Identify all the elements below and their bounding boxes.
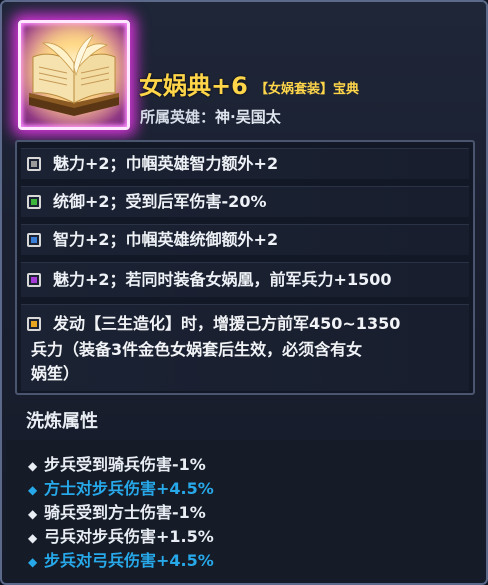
refine-line: ◆ 步兵对弓兵伤害+4.5% bbox=[28, 550, 214, 573]
refine-line: ◆ 方士对步兵伤害+4.5% bbox=[28, 478, 214, 501]
item-name: 女娲典+6 bbox=[139, 72, 248, 100]
refine-line-text: 方士对步兵伤害+4.5% bbox=[44, 479, 214, 498]
refine-line-text: 步兵受到骑兵伤害-1% bbox=[44, 455, 206, 474]
attribute-text-line: 娲笙） bbox=[31, 364, 80, 383]
refine-line: ◆ 骑兵受到方士伤害-1% bbox=[28, 502, 206, 525]
refine-line-text: 骑兵受到方士伤害-1% bbox=[44, 503, 206, 522]
refine-line-text: 弓兵对步兵伤害+1.5% bbox=[44, 527, 214, 546]
attribute-text: 魅力+2；若同时装备女娲凰，前军兵力+1500 bbox=[53, 270, 392, 289]
hero-name: 神·吴国太 bbox=[215, 108, 281, 126]
diamond-bullet-icon: ◆ bbox=[28, 483, 38, 497]
attribute-color-dot bbox=[31, 237, 37, 243]
attribute-purple-square-icon bbox=[27, 273, 41, 287]
attribute-color-dot bbox=[31, 161, 37, 167]
attribute-box: 魅力+2；巾帼英雄智力额外+2 统御+2；受到后军伤害-20% 智力+2；巾帼英… bbox=[15, 140, 475, 395]
attribute-row: 统御+2；受到后军伤害-20% bbox=[21, 186, 469, 217]
attribute-blue-square-icon bbox=[27, 233, 41, 247]
attribute-row: 智力+2；巾帼英雄统御额外+2 bbox=[21, 224, 469, 255]
attribute-color-dot bbox=[31, 199, 37, 205]
open-book-icon bbox=[21, 23, 127, 127]
attribute-green-square-icon bbox=[27, 195, 41, 209]
refine-line: ◆ 弓兵对步兵伤害+1.5% bbox=[28, 526, 214, 549]
attribute-text: 统御+2；受到后军伤害-20% bbox=[53, 192, 267, 211]
attribute-row: 魅力+2；巾帼英雄智力额外+2 bbox=[21, 148, 469, 179]
diamond-bullet-icon: ◆ bbox=[28, 555, 38, 569]
attribute-text: 魅力+2；巾帼英雄智力额外+2 bbox=[53, 154, 279, 173]
attribute-gray-square-icon bbox=[27, 157, 41, 171]
attribute-row: 发动【三生造化】时，增援己方前军450~1350 兵力（装备3件金色女娲套后生效… bbox=[21, 304, 469, 391]
attribute-row: 魅力+2；若同时装备女娲凰，前军兵力+1500 bbox=[21, 262, 469, 297]
diamond-bullet-icon: ◆ bbox=[28, 507, 38, 521]
refine-line-text: 步兵对弓兵伤害+4.5% bbox=[44, 551, 214, 570]
attribute-text: 智力+2；巾帼英雄统御额外+2 bbox=[53, 230, 279, 249]
item-set-tag: 【女娲套装】宝典 bbox=[255, 82, 360, 97]
hero-label: 所属英雄： bbox=[140, 108, 216, 126]
item-icon-slot[interactable] bbox=[12, 14, 130, 130]
refine-section-title: 洗炼属性 bbox=[26, 411, 98, 432]
attribute-gold-square-icon bbox=[27, 317, 41, 331]
attribute-color-dot bbox=[31, 321, 37, 327]
attribute-text-line: 兵力（装备3件金色女娲套后生效，必须含有女 bbox=[31, 340, 363, 359]
diamond-bullet-icon: ◆ bbox=[28, 531, 38, 545]
attribute-text-line: 发动【三生造化】时，增援己方前军450~1350 bbox=[53, 314, 401, 333]
attribute-color-dot bbox=[31, 277, 37, 283]
item-icon-frame bbox=[18, 20, 130, 130]
hero-line: 所属英雄：神·吴国太 bbox=[140, 106, 281, 127]
item-tooltip-panel: 女娲典+6 【女娲套装】宝典 所属英雄：神·吴国太 魅力+2；巾帼英雄智力额外+… bbox=[0, 0, 488, 585]
diamond-bullet-icon: ◆ bbox=[28, 459, 38, 473]
refine-line: ◆ 步兵受到骑兵伤害-1% bbox=[28, 454, 206, 477]
refine-list: ◆ 步兵受到骑兵伤害-1% ◆ 方士对步兵伤害+4.5% ◆ 骑兵受到方士伤害-1% … bbox=[6, 440, 482, 579]
